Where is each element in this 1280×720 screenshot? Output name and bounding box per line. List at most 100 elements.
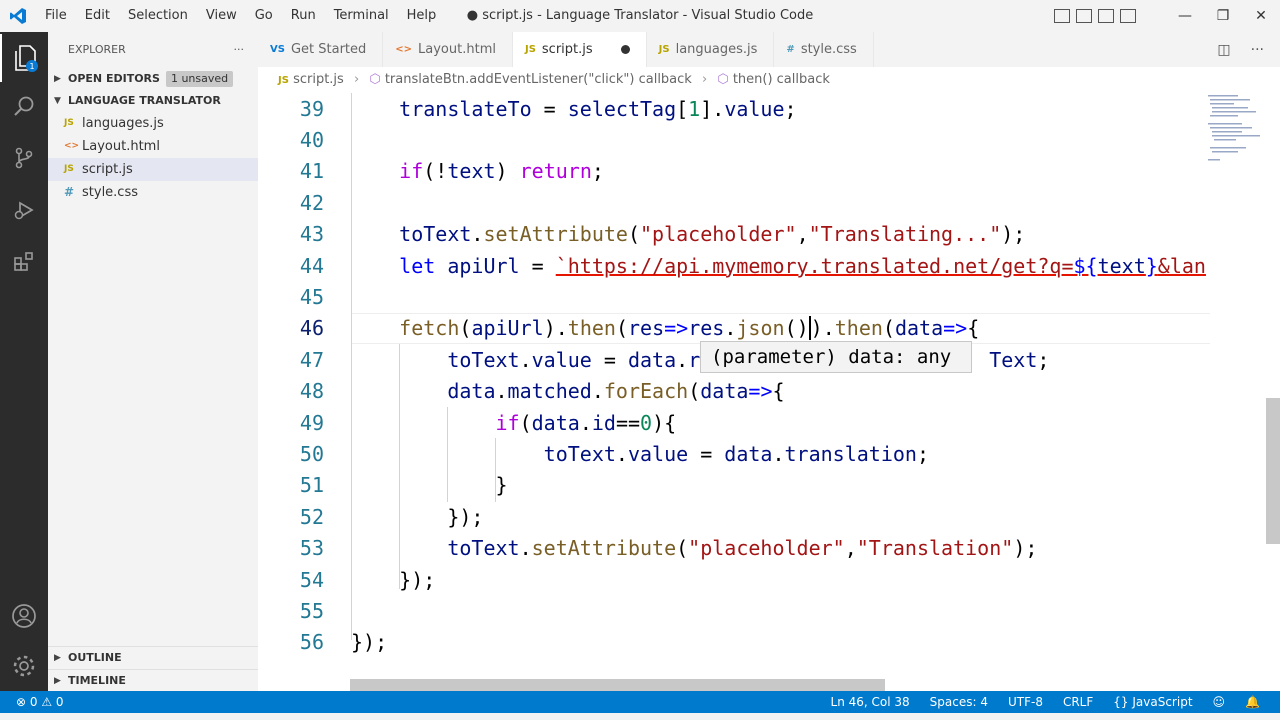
code-line: 51 } bbox=[258, 470, 1280, 501]
line-number: 52 bbox=[299, 504, 324, 529]
window-bottom-edge bbox=[0, 713, 1280, 720]
unsaved-dot-icon[interactable] bbox=[620, 45, 630, 54]
source-control-icon[interactable] bbox=[0, 134, 48, 182]
extensions-icon[interactable] bbox=[0, 238, 48, 286]
code-text: }); bbox=[351, 567, 436, 592]
unsaved-badge: 1 unsaved bbox=[165, 71, 234, 87]
explorer-header: EXPLORER ··· bbox=[48, 32, 258, 68]
breadcrumb-callback[interactable]: translateBtn.addEventListener("click") c… bbox=[385, 72, 692, 87]
minimap[interactable] bbox=[1206, 93, 1266, 173]
open-editors-section[interactable]: ▶ OPEN EDITORS 1 unsaved bbox=[48, 68, 258, 90]
code-text: let apiUrl = `https://api.mymemory.trans… bbox=[399, 253, 1206, 278]
code-line: 56 }); bbox=[258, 627, 1280, 658]
menu-selection[interactable]: Selection bbox=[119, 0, 197, 32]
split-editor-icon[interactable]: ◫ bbox=[1217, 42, 1230, 58]
encoding[interactable]: UTF-8 bbox=[998, 695, 1053, 709]
vertical-scrollbar[interactable] bbox=[1266, 398, 1280, 544]
close-icon[interactable]: ✕ bbox=[1242, 8, 1280, 24]
menu-edit[interactable]: Edit bbox=[76, 0, 119, 32]
code-line: 43 toText.setAttribute("placeholder","Tr… bbox=[258, 219, 1280, 250]
end-of-line[interactable]: CRLF bbox=[1053, 695, 1103, 709]
explorer-icon[interactable]: 1 bbox=[0, 34, 48, 82]
indentation[interactable]: Spaces: 4 bbox=[920, 695, 998, 709]
line-number: 50 bbox=[299, 442, 324, 467]
breadcrumb-then-callback[interactable]: then() callback bbox=[733, 72, 830, 87]
cube-icon: ⬡ bbox=[717, 72, 729, 87]
feedback-icon[interactable]: ☺ bbox=[1203, 695, 1236, 709]
file-name: languages.js bbox=[82, 116, 164, 131]
timeline-section[interactable]: ▶ TIMELINE bbox=[48, 670, 258, 692]
line-number: 42 bbox=[299, 190, 324, 215]
breadcrumb: JS script.js › ⬡ translateBtn.addEventLi… bbox=[258, 67, 1280, 93]
file-name: style.css bbox=[82, 185, 138, 200]
menu-bar: File Edit Selection View Go Run Terminal… bbox=[36, 0, 445, 32]
html-file-icon: <> bbox=[64, 141, 80, 151]
menu-view[interactable]: View bbox=[197, 0, 246, 32]
file-item-languages-js[interactable]: JS languages.js bbox=[48, 112, 258, 135]
settings-gear-icon[interactable] bbox=[0, 642, 48, 690]
line-number: 48 bbox=[299, 379, 324, 404]
tab-languages-js[interactable]: JS languages.js bbox=[647, 32, 775, 67]
run-debug-icon[interactable] bbox=[0, 186, 48, 234]
file-item-layout-html[interactable]: <> Layout.html bbox=[48, 135, 258, 158]
line-number: 45 bbox=[299, 285, 324, 310]
code-line: 45 bbox=[258, 281, 1280, 312]
editor-tabs: VS Get Started <> Layout.html JS script.… bbox=[258, 32, 1280, 67]
language-mode[interactable]: {} JavaScript bbox=[1103, 695, 1202, 709]
line-number: 54 bbox=[299, 567, 324, 592]
chevron-down-icon: ▼ bbox=[54, 96, 61, 106]
cursor-position[interactable]: Ln 46, Col 38 bbox=[821, 695, 920, 709]
problems-indicator[interactable]: ⊗ 0 ⚠ 0 bbox=[0, 695, 64, 709]
code-line: 48 data.matched.forEach(data=>{ bbox=[258, 376, 1280, 407]
tab-label: style.css bbox=[800, 42, 857, 57]
menu-run[interactable]: Run bbox=[282, 0, 325, 32]
menu-file[interactable]: File bbox=[36, 0, 76, 32]
account-icon[interactable] bbox=[0, 592, 48, 640]
line-number: 47 bbox=[299, 347, 324, 372]
more-actions-icon[interactable]: ··· bbox=[1251, 42, 1264, 58]
code-text: fetch(apiUrl).then(res=>res.json()).then… bbox=[399, 316, 980, 341]
restore-icon[interactable]: ❐ bbox=[1204, 8, 1242, 24]
toggle-secondary-sidebar-icon[interactable] bbox=[1098, 9, 1114, 23]
code-line: 54 }); bbox=[258, 564, 1280, 595]
menu-terminal[interactable]: Terminal bbox=[325, 0, 398, 32]
toggle-panel-icon[interactable] bbox=[1076, 9, 1092, 23]
code-line: 46 fetch(apiUrl).then(res=>res.json()).t… bbox=[258, 313, 1280, 344]
code-text: toText.value = data.translation; bbox=[543, 442, 930, 467]
menu-help[interactable]: Help bbox=[398, 0, 446, 32]
minimize-icon[interactable]: — bbox=[1166, 8, 1204, 24]
tab-style-css[interactable]: # style.css bbox=[774, 32, 874, 67]
file-name: script.js bbox=[82, 162, 133, 177]
file-item-style-css[interactable]: # style.css bbox=[48, 181, 258, 204]
tab-label: languages.js bbox=[675, 42, 758, 57]
tab-get-started[interactable]: VS Get Started bbox=[258, 32, 384, 67]
outline-section[interactable]: ▶ OUTLINE bbox=[48, 647, 258, 669]
code-text: if(data.id==0){ bbox=[495, 410, 677, 435]
menu-go[interactable]: Go bbox=[246, 0, 282, 32]
code-editor[interactable]: 39 translateTo = selectTag[1].value; 40 … bbox=[258, 93, 1280, 691]
line-number: 40 bbox=[299, 128, 324, 153]
breadcrumb-file[interactable]: script.js bbox=[293, 72, 344, 87]
search-icon[interactable] bbox=[0, 82, 48, 130]
html-file-icon: <> bbox=[395, 44, 413, 55]
code-line: 40 bbox=[258, 124, 1280, 155]
code-text: }); bbox=[351, 630, 388, 655]
file-item-script-js[interactable]: JS script.js bbox=[48, 158, 258, 181]
explorer-sidebar: EXPLORER ··· ▶ OPEN EDITORS 1 unsaved ▼ … bbox=[48, 32, 258, 691]
tab-script-js[interactable]: JS script.js bbox=[512, 32, 647, 67]
code-text: if(!text) return; bbox=[399, 159, 604, 184]
horizontal-scrollbar[interactable] bbox=[350, 679, 885, 691]
folder-label: LANGUAGE TRANSLATOR bbox=[68, 94, 221, 107]
file-name: Layout.html bbox=[82, 139, 160, 154]
more-actions-icon[interactable]: ··· bbox=[234, 32, 245, 68]
line-number: 51 bbox=[299, 473, 324, 498]
notifications-icon[interactable]: 🔔 bbox=[1235, 695, 1270, 709]
folder-section[interactable]: ▼ LANGUAGE TRANSLATOR bbox=[48, 90, 258, 112]
css-file-icon: # bbox=[64, 185, 75, 199]
cube-icon: ⬡ bbox=[369, 72, 381, 87]
code-line: 44 let apiUrl = `https://api.mymemory.tr… bbox=[258, 250, 1280, 281]
tab-layout-html[interactable]: <> Layout.html bbox=[383, 32, 513, 67]
customize-layout-icon[interactable] bbox=[1120, 9, 1136, 23]
js-file-icon: JS bbox=[658, 44, 670, 55]
toggle-primary-sidebar-icon[interactable] bbox=[1054, 9, 1070, 23]
